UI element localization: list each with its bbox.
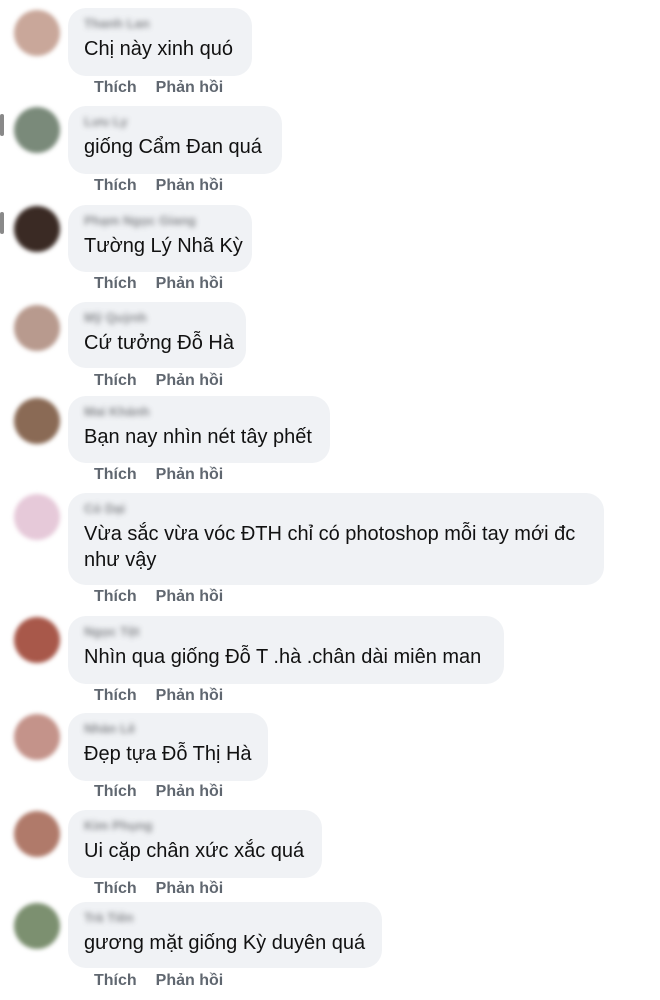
commenter-name[interactable]: Nhàn Lê (84, 721, 252, 737)
commenter-name[interactable]: Thanh Lan (84, 16, 236, 32)
comment-bubble: Mai Khánh Bạn nay nhìn nét tây phết (68, 396, 330, 463)
comment-actions: Thích Phản hồi (94, 177, 242, 195)
comment-text: gương mặt giống Kỳ duyên quá (84, 932, 366, 954)
like-button[interactable]: Thích (94, 177, 137, 195)
like-button[interactable]: Thích (94, 880, 137, 898)
avatar[interactable] (14, 617, 60, 663)
comment-text: Bạn nay nhìn nét tây phết (84, 426, 312, 448)
comment-text: giống Cẩm Đan quá (84, 136, 262, 158)
commenter-name[interactable]: Ngọc Tệt (84, 624, 488, 640)
like-button[interactable]: Thích (94, 275, 137, 293)
comment-text: Cứ tưởng Đỗ Hà (84, 332, 234, 354)
avatar[interactable] (14, 107, 60, 153)
commenter-name[interactable]: Trà Tiên (84, 910, 366, 926)
avatar[interactable] (14, 305, 60, 351)
comment-actions: Thích Phản hồi (94, 79, 242, 97)
comment-bubble: Mỹ Quỳnh Cứ tưởng Đỗ Hà (68, 302, 246, 368)
avatar[interactable] (14, 206, 60, 252)
comment-text: Đẹp tựa Đỗ Thị Hà (84, 743, 252, 765)
comment-bubble: Thanh Lan Chị này xinh quó (68, 8, 252, 76)
reply-button[interactable]: Phản hồi (156, 880, 224, 898)
like-button[interactable]: Thích (94, 783, 137, 801)
comment-list-page: { "actions": { "like_label": "Thích", "r… (0, 0, 660, 1000)
reply-button[interactable]: Phản hồi (156, 466, 224, 484)
avatar[interactable] (14, 811, 60, 857)
comment-bubble: Lưu Ly giống Cẩm Đan quá (68, 106, 282, 174)
comment-actions: Thích Phản hồi (94, 687, 242, 705)
reply-button[interactable]: Phản hồi (156, 972, 224, 990)
comment-actions: Thích Phản hồi (94, 972, 242, 990)
commenter-name[interactable]: Mai Khánh (84, 404, 314, 420)
comment-text: Vừa sắc vừa vóc ĐTH chỉ có photoshop mỗi… (84, 523, 576, 571)
reply-button[interactable]: Phản hồi (156, 79, 224, 97)
avatar[interactable] (14, 714, 60, 760)
commenter-name[interactable]: Kim Phụng (84, 818, 306, 834)
reply-button[interactable]: Phản hồi (156, 783, 224, 801)
comment-bubble: Trà Tiên gương mặt giống Kỳ duyên quá (68, 902, 382, 968)
commenter-name[interactable]: Lưu Ly (84, 114, 266, 130)
edge-marker (0, 212, 4, 234)
avatar[interactable] (14, 10, 60, 56)
comment-actions: Thích Phản hồi (94, 783, 242, 801)
comment-actions: Thích Phản hồi (94, 588, 242, 606)
like-button[interactable]: Thích (94, 466, 137, 484)
avatar[interactable] (14, 903, 60, 949)
comment-bubble: Nhàn Lê Đẹp tựa Đỗ Thị Hà (68, 713, 268, 781)
comment-actions: Thích Phản hồi (94, 466, 242, 484)
reply-button[interactable]: Phản hồi (156, 588, 224, 606)
comment-actions: Thích Phản hồi (94, 880, 242, 898)
commenter-name[interactable]: Cỏ Dại (84, 501, 588, 517)
like-button[interactable]: Thích (94, 972, 137, 990)
reply-button[interactable]: Phản hồi (156, 177, 224, 195)
comment-bubble: Phạm Ngọc Giang Tường Lý Nhã Kỳ (68, 205, 252, 272)
comment-actions: Thích Phản hồi (94, 372, 242, 390)
commenter-name[interactable]: Mỹ Quỳnh (84, 310, 230, 326)
reply-button[interactable]: Phản hồi (156, 687, 224, 705)
like-button[interactable]: Thích (94, 687, 137, 705)
comment-bubble: Cỏ Dại Vừa sắc vừa vóc ĐTH chỉ có photos… (68, 493, 604, 585)
commenter-name[interactable]: Phạm Ngọc Giang (84, 213, 236, 229)
reply-button[interactable]: Phản hồi (156, 372, 224, 390)
avatar[interactable] (14, 494, 60, 540)
avatar[interactable] (14, 398, 60, 444)
like-button[interactable]: Thích (94, 79, 137, 97)
comment-text: Chị này xinh quó (84, 38, 233, 60)
comment-bubble: Ngọc Tệt Nhìn qua giống Đỗ T .hà .chân d… (68, 616, 504, 684)
like-button[interactable]: Thích (94, 372, 137, 390)
comment-actions: Thích Phản hồi (94, 275, 242, 293)
comment-text: Tường Lý Nhã Kỳ (84, 235, 243, 257)
reply-button[interactable]: Phản hồi (156, 275, 224, 293)
edge-marker (0, 114, 4, 136)
comment-text: Ui cặp chân xức xắc quá (84, 840, 305, 862)
comment-bubble: Kim Phụng Ui cặp chân xức xắc quá (68, 810, 322, 878)
comment-text: Nhìn qua giống Đỗ T .hà .chân dài miên m… (84, 646, 482, 668)
like-button[interactable]: Thích (94, 588, 137, 606)
